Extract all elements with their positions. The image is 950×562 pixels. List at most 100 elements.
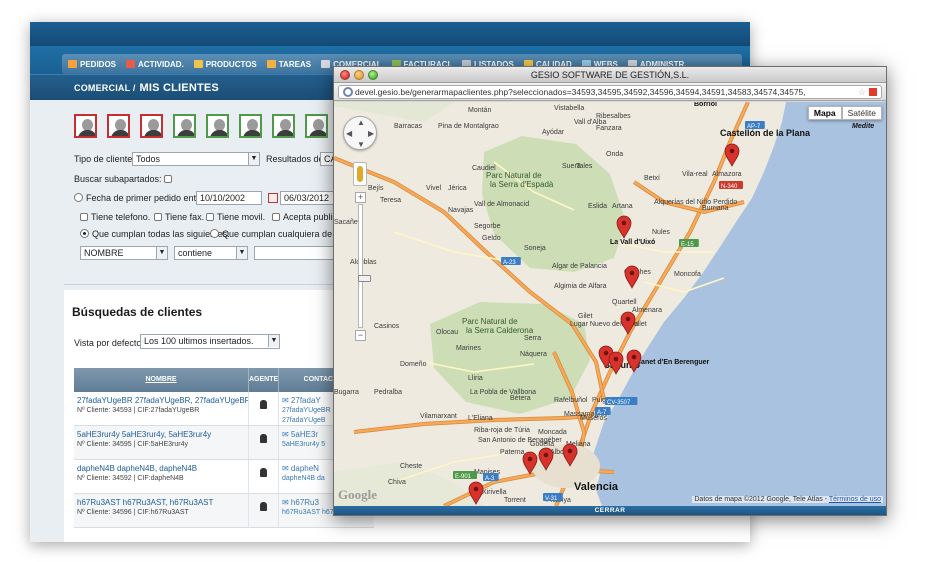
- popup-window-title: GESIO SOFTWARE DE GESTIÓN,S.L.: [530, 70, 690, 80]
- breadcrumb-section[interactable]: COMERCIAL /: [74, 83, 136, 93]
- agent-avatar[interactable]: [272, 114, 295, 138]
- address-field[interactable]: devel.gesio.be/generarmapaclientes.php?s…: [338, 85, 882, 99]
- road-shield-label: V-31: [545, 496, 558, 502]
- map-town-label: Vilamarxant: [420, 413, 457, 420]
- agent-avatar[interactable]: [74, 114, 97, 138]
- map-town-label: Xirivella: [482, 489, 507, 496]
- pin-dot: [631, 354, 637, 360]
- map-town-label: Artana: [612, 203, 633, 210]
- agent-avatar[interactable]: [107, 114, 130, 138]
- close-popup-button[interactable]: CERRAR: [334, 506, 886, 515]
- zoom-window-button[interactable]: [368, 70, 378, 80]
- client-type-value: Todos: [136, 154, 161, 164]
- has-phone-label: Tiene telefono.: [91, 212, 151, 222]
- map-town-label: Vila-real: [682, 171, 708, 178]
- has-mobile-checkbox[interactable]: [206, 213, 214, 221]
- client-name-link[interactable]: 27fadaYUgeBR 27fadaYUgeBR, 27fadaYUgeBR: [77, 396, 248, 406]
- map-town-label: Eslida: [588, 203, 607, 210]
- date-to-input[interactable]: 06/03/2012: [280, 191, 340, 205]
- zoom-slider-thumb[interactable]: [358, 275, 371, 282]
- agent-cell: [249, 494, 279, 527]
- table-row[interactable]: h67Ru3AST h67Ru3AST, h67Ru3AST Nº Cliente…: [74, 494, 374, 528]
- map-town-label: Puig: [592, 397, 606, 404]
- first-order-date-radio[interactable]: [74, 193, 83, 202]
- nav-item-pedidos[interactable]: PEDIDOS: [68, 60, 116, 69]
- agent-cell: [249, 460, 279, 493]
- zoom-control: + −: [355, 192, 371, 372]
- client-name-link[interactable]: dapheN4B dapheN4B, dapheN4B: [77, 464, 245, 474]
- subsections-checkbox[interactable]: [164, 175, 173, 183]
- pan-up-icon[interactable]: ▲: [357, 118, 365, 127]
- table-row[interactable]: dapheN4B dapheN4B, dapheN4B Nº Cliente: 3…: [74, 460, 374, 494]
- date-from-input[interactable]: 10/10/2002: [196, 191, 262, 205]
- map-town-label: Montán: [468, 107, 491, 114]
- map-city-label: Valencia: [574, 481, 619, 493]
- agent-avatar[interactable]: [140, 114, 163, 138]
- nav-item-productos[interactable]: PRODUCTOS: [193, 60, 257, 69]
- map-town-label: Vistabella: [554, 105, 584, 112]
- map-type-map-button[interactable]: Mapa: [807, 106, 842, 120]
- map-attribution: Datos de mapa ©2012 Google, Tele Atlas -…: [692, 496, 883, 503]
- agent-avatar[interactable]: [239, 114, 262, 138]
- agent-avatar[interactable]: [305, 114, 328, 138]
- operator-select[interactable]: contiene ▼: [174, 246, 248, 260]
- agent-avatar[interactable]: [173, 114, 196, 138]
- client-name-link[interactable]: h67Ru3AST h67Ru3AST, h67Ru3AST: [77, 498, 245, 508]
- zoom-slider-track[interactable]: [358, 204, 371, 328]
- zoom-in-button[interactable]: +: [355, 192, 366, 203]
- has-fax-checkbox[interactable]: [154, 213, 162, 221]
- client-name-link[interactable]: 5aHE3rur4y 5aHE3rur4y, 5aHE3rur4y: [77, 430, 245, 440]
- road-shield-label: A-7: [597, 410, 607, 416]
- google-map[interactable]: Montán Vistabella Barracas Pina de Montalgr…: [334, 102, 886, 506]
- column-header-name[interactable]: NOMBRE: [74, 368, 249, 392]
- pan-control[interactable]: ▲ ▼ ◀ ▶: [343, 116, 377, 150]
- flag-icon[interactable]: [869, 88, 877, 96]
- table-header: NOMBRE AGENTE CONTACTO P: [74, 368, 374, 392]
- map-town-label: Moncada: [538, 429, 567, 436]
- google-logo[interactable]: Google: [338, 487, 377, 503]
- map-type-satellite-button[interactable]: Satélite: [841, 106, 882, 120]
- terms-of-use-link[interactable]: Términos de uso: [829, 496, 881, 503]
- bookmark-star-icon[interactable]: ☆: [858, 86, 866, 98]
- attribution-text: Datos de mapa ©2012 Google, Tele Atlas -: [694, 496, 829, 503]
- road-shield-label: N-340: [721, 184, 738, 190]
- nav-item-tareas[interactable]: TAREAS: [266, 60, 311, 69]
- field-select[interactable]: NOMBRE ▼: [80, 246, 168, 260]
- default-view-select[interactable]: Los 100 ultimos insertados. ▼: [140, 334, 280, 349]
- search-value-input[interactable]: [254, 246, 344, 260]
- minimize-window-button[interactable]: [354, 70, 364, 80]
- map-town-label: Serra: [524, 335, 541, 342]
- table-row[interactable]: 27fadaYUgeBR 27fadaYUgeBR, 27fadaYUgeBR N…: [74, 392, 374, 426]
- map-town-label: Chiva: [388, 479, 406, 486]
- map-town-label: Bejís: [368, 185, 384, 192]
- match-all-label: Que cumplan todas las siguientes.: [92, 229, 230, 239]
- match-any-radio[interactable]: [210, 229, 219, 238]
- accepts-advertising-checkbox[interactable]: [272, 213, 280, 221]
- map-type-control: Mapa Satélite: [807, 106, 882, 120]
- map-town-label: Lliria: [468, 375, 483, 382]
- table-row[interactable]: 5aHE3rur4y 5aHE3rur4y, 5aHE3rur4y Nº Clie…: [74, 426, 374, 460]
- chevron-down-icon: ▼: [156, 247, 167, 259]
- pin-dot: [603, 350, 609, 356]
- client-number: Nº Cliente: 34593 | CIF:27fadaYUgeBR: [77, 407, 200, 414]
- client-type-select[interactable]: Todos ▼: [132, 152, 260, 166]
- agent-avatar[interactable]: [206, 114, 229, 138]
- pan-down-icon[interactable]: ▼: [357, 140, 365, 149]
- nav-item-actividad[interactable]: ACTIVIDAD.: [126, 60, 184, 69]
- agent-person-icon: [260, 434, 267, 443]
- pan-left-icon[interactable]: ◀: [346, 129, 352, 138]
- avatar-body: [243, 130, 260, 136]
- match-all-radio[interactable]: [80, 229, 89, 238]
- map-town-label: Torrent: [504, 497, 526, 504]
- street-view-pegman-icon[interactable]: [353, 162, 367, 186]
- zoom-out-button[interactable]: −: [355, 330, 366, 341]
- pan-right-icon[interactable]: ▶: [368, 129, 374, 138]
- map-town-label: Algimia de Alfara: [554, 283, 607, 290]
- map-canvas[interactable]: Montán Vistabella Barracas Pina de Montalgr…: [334, 102, 886, 506]
- map-city-label: Medite: [852, 123, 874, 130]
- first-order-date-row: Fecha de primer pedido entre:: [74, 193, 207, 203]
- calendar-icon[interactable]: [268, 193, 278, 203]
- client-cell: h67Ru3AST h67Ru3AST, h67Ru3AST Nº Cliente…: [74, 494, 249, 527]
- close-window-button[interactable]: [340, 70, 350, 80]
- has-phone-checkbox[interactable]: [80, 213, 88, 221]
